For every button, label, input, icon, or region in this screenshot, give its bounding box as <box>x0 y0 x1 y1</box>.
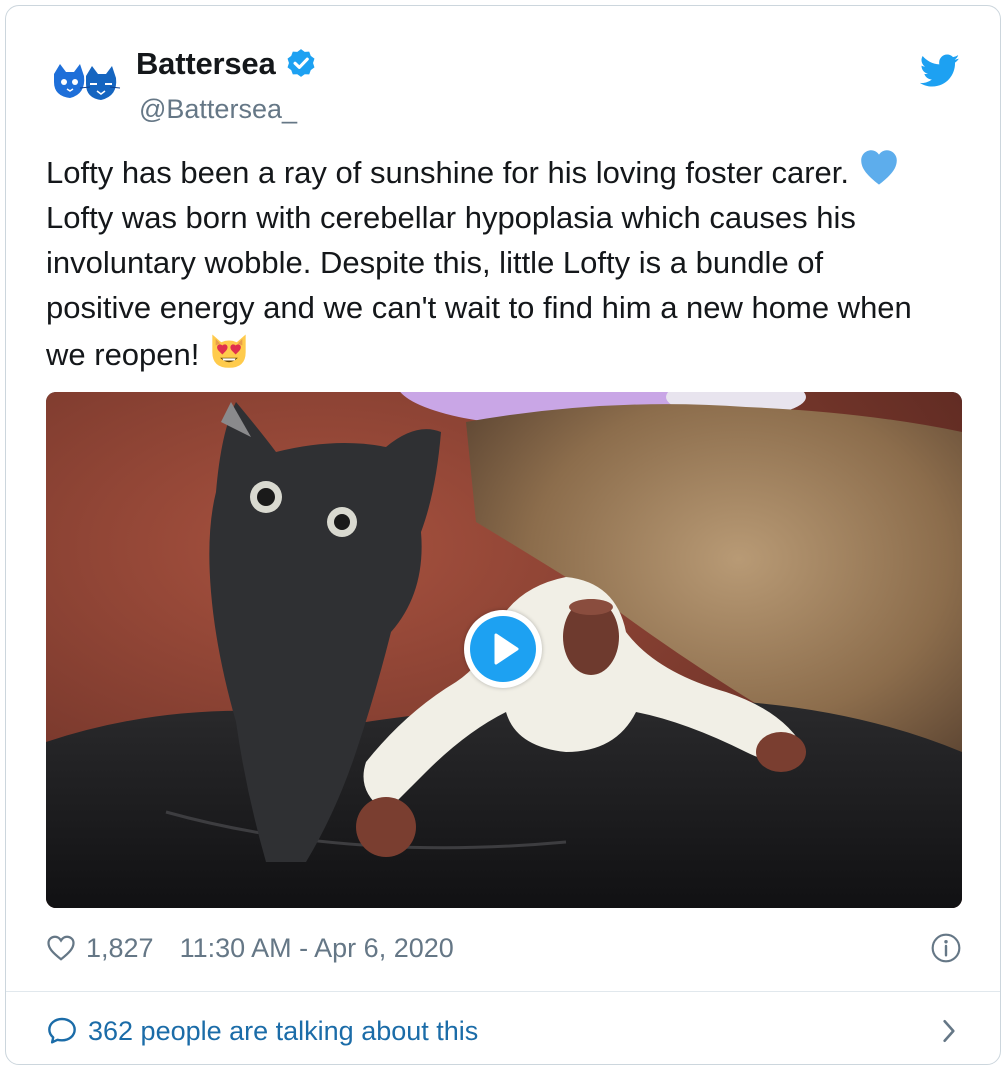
talking-count-label[interactable]: 362 people are talking about this <box>88 1016 478 1047</box>
cat-face-left-icon <box>54 64 85 98</box>
blue-heart-icon <box>861 150 897 185</box>
video-player[interactable] <box>46 392 962 908</box>
like-count[interactable]: 1,827 <box>86 933 154 964</box>
display-name[interactable]: Battersea <box>136 46 276 82</box>
tweet-header: Battersea @Battersea_ <box>6 6 1000 136</box>
play-icon <box>470 616 536 682</box>
chevron-right-icon[interactable] <box>938 1018 960 1044</box>
cat-face-right-icon <box>79 66 121 100</box>
tweet-line-1: Lofty has been a ray of sunshine for his… <box>46 148 966 195</box>
conversation-link[interactable]: 362 people are talking about this <box>46 1008 966 1054</box>
tweet-meta-row: 1,827 11:30 AM - Apr 6, 2020 <box>46 928 966 968</box>
tweet-line-5: we reopen! <box>46 330 966 377</box>
avatar[interactable] <box>50 60 122 116</box>
heart-eyes-cat-icon <box>212 334 247 368</box>
twitter-bird-icon[interactable] <box>920 54 960 88</box>
play-button[interactable] <box>464 610 542 688</box>
tweet-card: Battersea @Battersea_ Lofty has been a r… <box>5 5 1001 1065</box>
footer-divider <box>6 991 1000 992</box>
tweet-timestamp[interactable]: 11:30 AM - Apr 6, 2020 <box>180 933 454 964</box>
tweet-line-3: involuntary wobble. Despite this, little… <box>46 245 824 280</box>
name-row: Battersea <box>136 46 318 82</box>
like-heart-icon[interactable] <box>46 933 76 963</box>
tweet-line-4: positive energy and we can't wait to fin… <box>46 290 912 325</box>
info-icon[interactable] <box>930 932 962 964</box>
verified-badge-icon <box>287 49 314 77</box>
tweet-line-2: Lofty was born with cerebellar hypoplasi… <box>46 200 856 235</box>
tweet-line-1-text: Lofty has been a ray of sunshine for his… <box>46 155 850 190</box>
tweet-line-5-text: we reopen! <box>46 337 200 372</box>
tweet-text: Lofty has been a ray of sunshine for his… <box>46 148 966 377</box>
user-handle[interactable]: @Battersea_ <box>139 94 297 125</box>
speech-bubble-icon <box>48 1017 76 1044</box>
